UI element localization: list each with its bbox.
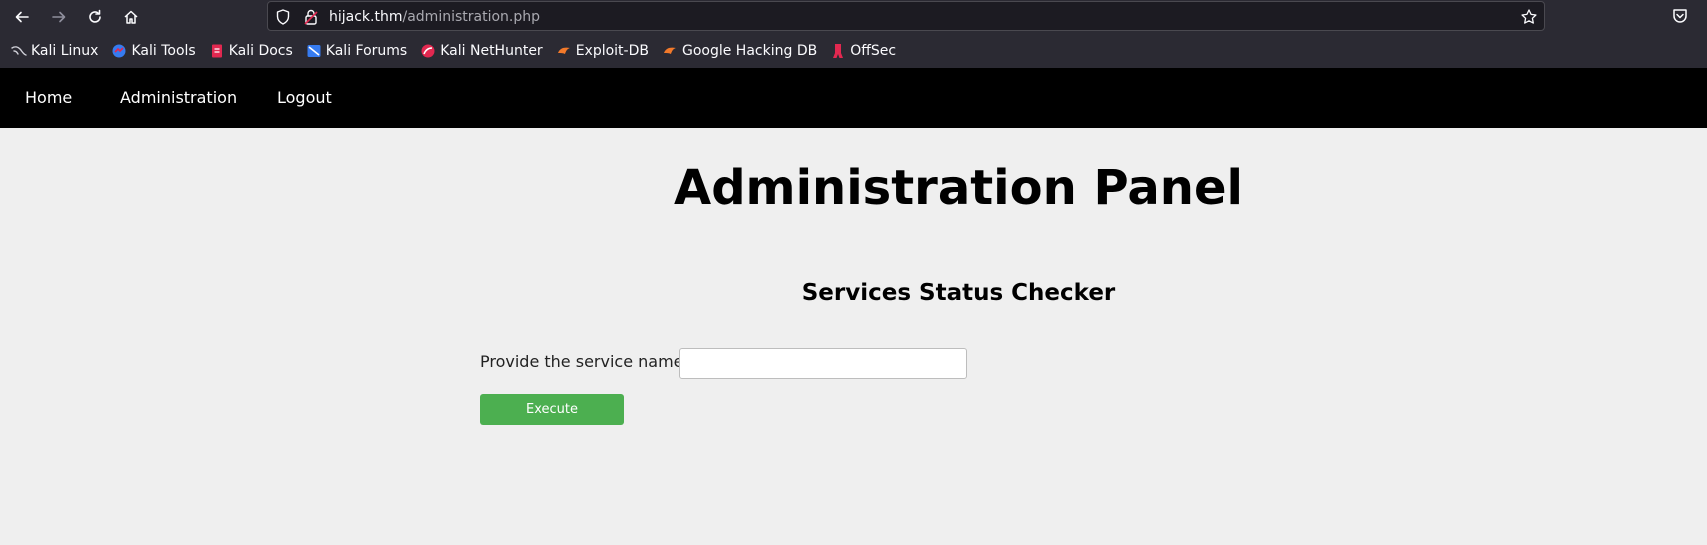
service-name-input[interactable]	[679, 348, 967, 379]
bookmark-label: Google Hacking DB	[681, 43, 818, 59]
offsec-icon	[833, 44, 844, 58]
nethunter-icon	[421, 44, 435, 58]
home-button[interactable]	[117, 4, 145, 30]
url-host: hijack.thm	[329, 9, 403, 25]
bookmark-kali-nethunter[interactable]: Kali NetHunter	[420, 43, 543, 59]
bookmark-label: Kali NetHunter	[440, 43, 543, 59]
nav-link-home[interactable]: Home	[25, 68, 72, 128]
section-title: Services Status Checker	[801, 280, 1116, 306]
bookmark-offsec[interactable]: OffSec	[830, 43, 896, 59]
bookmark-kali-linux[interactable]: Kali Linux	[11, 43, 98, 59]
bookmark-google-hacking-db[interactable]: Google Hacking DB	[662, 43, 817, 59]
bookmark-kali-docs[interactable]: Kali Docs	[209, 43, 293, 59]
arrow-left-icon	[15, 11, 29, 23]
page-title: Administration Panel	[674, 160, 1243, 216]
bookmark-label: OffSec	[850, 43, 897, 59]
star-icon[interactable]	[1520, 8, 1538, 26]
reload-icon	[89, 9, 101, 23]
arrow-right-icon	[52, 11, 66, 23]
shield-icon[interactable]	[274, 8, 292, 26]
pocket-icon[interactable]	[1671, 7, 1689, 25]
forward-button[interactable]	[45, 4, 73, 30]
kali-dragon-icon	[11, 46, 27, 56]
bookmark-label: Kali Tools	[131, 43, 196, 59]
browser-toolbar: hijack.thm/administration.php	[0, 0, 1707, 34]
url-bar[interactable]: hijack.thm/administration.php	[267, 1, 1545, 31]
bookmark-exploit-db[interactable]: Exploit-DB	[556, 43, 649, 59]
ghdb-icon	[663, 47, 676, 54]
nav-link-logout[interactable]: Logout	[277, 68, 332, 128]
bookmark-kali-tools[interactable]: Kali Tools	[111, 43, 196, 59]
nav-link-administration[interactable]: Administration	[120, 68, 237, 128]
bookmarks-toolbar: Kali Linux Kali Tools Kali Docs Kali For…	[0, 34, 1707, 68]
lock-insecure-icon[interactable]	[302, 8, 320, 26]
bookmark-label: Exploit-DB	[575, 43, 649, 59]
bookmark-kali-forums[interactable]: Kali Forums	[306, 43, 407, 59]
bookmark-label: Kali Forums	[325, 43, 408, 59]
bookmark-label: Kali Linux	[31, 43, 99, 59]
kali-docs-icon	[211, 44, 222, 58]
back-button[interactable]	[8, 4, 36, 30]
kali-tools-icon	[112, 44, 126, 58]
home-icon	[124, 10, 138, 24]
exploit-db-icon	[557, 47, 570, 54]
url-text[interactable]: hijack.thm/administration.php	[329, 8, 540, 26]
reload-button[interactable]	[81, 4, 109, 30]
service-name-label: Provide the service name :	[480, 352, 694, 371]
kali-forums-icon	[307, 45, 321, 57]
bookmark-label: Kali Docs	[228, 43, 293, 59]
execute-button[interactable]: Execute	[480, 394, 624, 425]
site-nav: Home Administration Logout	[0, 68, 1707, 128]
url-path: /administration.php	[402, 9, 541, 25]
